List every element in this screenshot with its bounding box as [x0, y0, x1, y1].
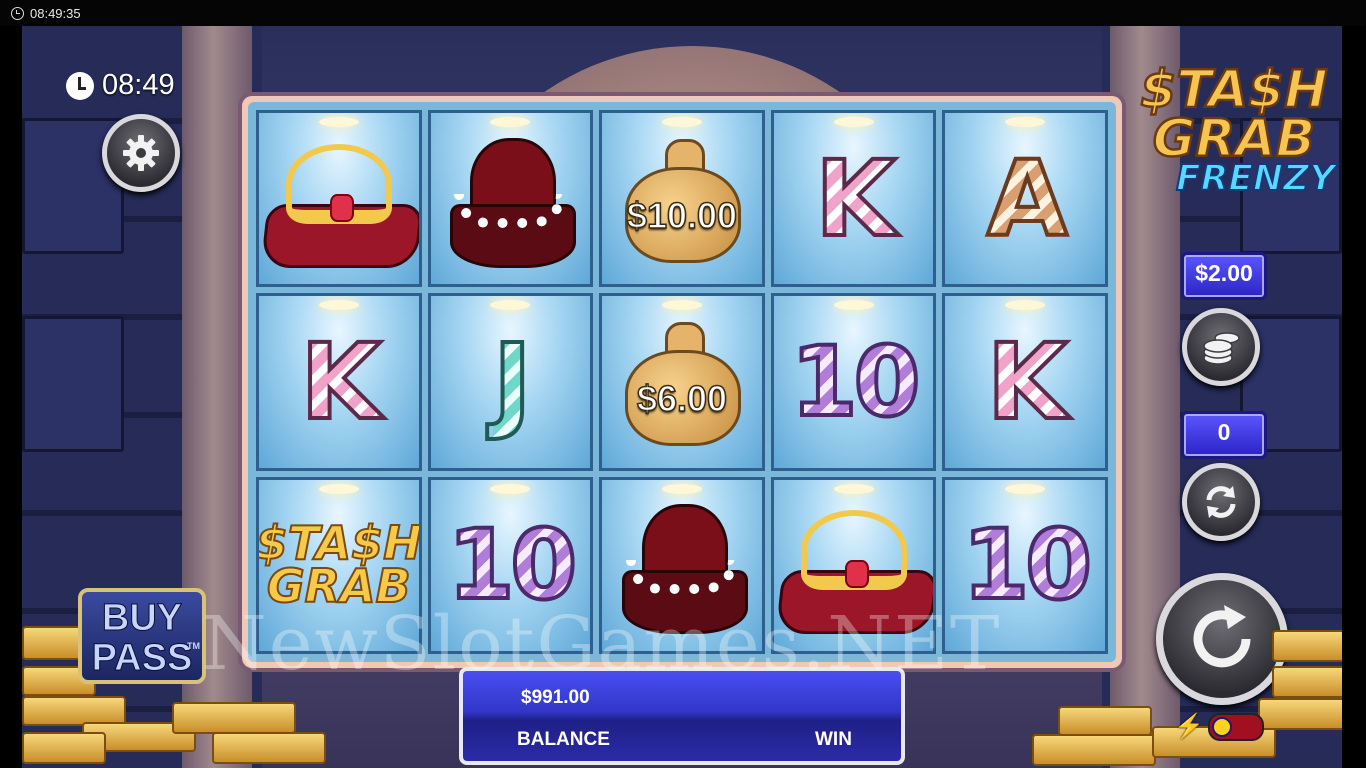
- reel-cell: J: [427, 293, 594, 471]
- autoplay-icon: [1206, 486, 1236, 518]
- autoplay-button[interactable]: [1182, 463, 1260, 541]
- symbol-letter: J: [491, 319, 534, 445]
- money-bag-value: $6.00: [636, 377, 728, 420]
- reel-cell: A: [942, 110, 1108, 288]
- balance-label: BALANCE: [517, 729, 610, 750]
- balance-panel: $991.00 BALANCE WIN: [459, 667, 905, 765]
- clock-icon: [11, 6, 24, 20]
- reel-cell: K: [256, 293, 422, 471]
- bet-value[interactable]: $2.00: [1181, 252, 1267, 300]
- clock-icon: [66, 71, 94, 100]
- turbo-switch[interactable]: [1207, 712, 1264, 741]
- game-clock-time: 08:49: [102, 69, 175, 101]
- reel-cell: 10: [770, 293, 937, 471]
- buy-pass-line2: PASS: [91, 637, 193, 679]
- tiara-icon: [775, 500, 934, 635]
- gold-bar: [1058, 706, 1152, 736]
- symbol-letter: A: [985, 136, 1069, 262]
- spin-button[interactable]: [1156, 573, 1288, 705]
- reel-cell: 10: [942, 476, 1108, 654]
- reel-cell: 10: [427, 476, 594, 654]
- reel-cell: K: [942, 293, 1108, 471]
- reel-grid: $10.00 K A K J $6.00 10 K $TA$H GRAB 10 10: [248, 102, 1116, 662]
- bet-coins-button[interactable]: [1182, 308, 1260, 386]
- reel-cell: $6.00: [599, 293, 765, 471]
- gold-bar: [22, 626, 86, 660]
- gold-bar: [172, 702, 296, 734]
- money-bag-icon: $6.00: [623, 321, 741, 446]
- gold-bar: [1272, 630, 1342, 662]
- game-clock: 08:49: [66, 69, 175, 102]
- coins-icon: [1203, 332, 1240, 365]
- pearl-necklace-icon: [612, 500, 752, 635]
- reel-cell: [427, 110, 594, 288]
- settings-button[interactable]: [102, 114, 180, 192]
- gold-bar: [1272, 666, 1342, 698]
- turbo-switch-knob: [1211, 716, 1232, 737]
- os-status-bar: 08:49:35: [0, 0, 1366, 26]
- symbol-letter: K: [985, 319, 1070, 445]
- symbol-letter: 10: [960, 507, 1094, 623]
- lightning-icon: ⚡: [1174, 713, 1204, 740]
- reel-cell: [256, 110, 422, 288]
- pearl-necklace-icon: [440, 134, 580, 268]
- reel-cell: K: [770, 110, 937, 288]
- balance-value: $991.00: [521, 687, 590, 708]
- os-time: 08:49:35: [30, 5, 81, 21]
- reel-frame: $10.00 K A K J $6.00 10 K $TA$H GRAB 10 10: [242, 96, 1122, 668]
- reel-cell: [770, 476, 937, 654]
- game-stage: 08:49 $10.00 K A K J $6.00 10 K $TA$H GRAB 10 10 $T…: [22, 26, 1342, 768]
- symbol-letter: 10: [789, 324, 923, 440]
- gold-bar: [212, 732, 326, 764]
- symbol-letter: K: [299, 319, 384, 445]
- buy-pass-button[interactable]: BUY PASS TM: [78, 588, 206, 684]
- reel-cell: [599, 476, 765, 654]
- wild-line2: GRAB: [266, 559, 412, 614]
- game-logo: $TA$H GRAB FRENZY: [1136, 60, 1336, 199]
- reel-cell: $TA$H GRAB: [256, 476, 422, 654]
- autoplay-count[interactable]: 0: [1181, 411, 1267, 459]
- spin-icon: [1193, 605, 1251, 668]
- logo-line3: FRENZY: [1175, 157, 1336, 199]
- gold-bar: [22, 732, 106, 764]
- symbol-letter: K: [813, 136, 898, 262]
- stash-grab-wild-icon: $TA$H GRAB: [259, 519, 419, 614]
- gold-bar: [1032, 734, 1156, 766]
- trademark-mark: TM: [187, 641, 200, 651]
- door-panel: [22, 316, 124, 452]
- reel-cell: $10.00: [599, 110, 765, 288]
- turbo-toggle[interactable]: ⚡: [1174, 712, 1264, 741]
- tiara-icon: [260, 134, 419, 268]
- gold-bar: [1258, 698, 1342, 730]
- gear-icon: [123, 135, 159, 171]
- money-bag-value: $10.00: [626, 194, 738, 237]
- buy-pass-line1: BUY: [101, 597, 183, 639]
- logo-line1: $TA$H: [1139, 60, 1329, 120]
- win-label: WIN: [815, 729, 852, 750]
- money-bag-icon: $10.00: [623, 138, 741, 263]
- symbol-letter: 10: [446, 507, 580, 623]
